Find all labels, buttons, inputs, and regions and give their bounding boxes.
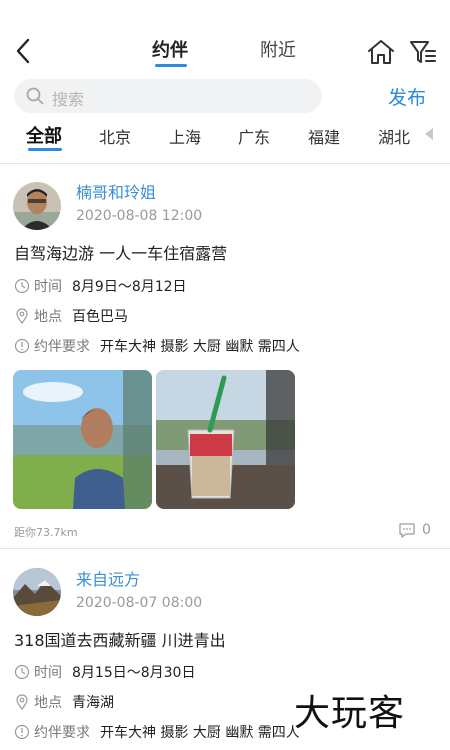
distance-label: 距你73.7km <box>14 526 78 539</box>
place-value: 青海湖 <box>72 695 114 711</box>
comment-icon[interactable] <box>398 522 416 538</box>
region-tab-fujian[interactable]: 福建 <box>308 124 340 148</box>
top-bar: 约伴 附近 <box>0 0 450 72</box>
region-tab-beijing[interactable]: 北京 <box>99 124 131 148</box>
region-tab-bar: 全部 北京 上海 广东 福建 湖北 <box>0 122 450 158</box>
avatar[interactable] <box>13 568 61 616</box>
time-label: 时间 <box>34 279 62 295</box>
place-label: 地点 <box>34 695 62 711</box>
time-value: 8月15日～8月30日 <box>72 665 196 681</box>
tab-partner[interactable]: 约伴 <box>152 36 188 62</box>
avatar[interactable] <box>13 182 61 230</box>
divider <box>0 163 450 164</box>
username[interactable]: 来自远方 <box>76 566 140 590</box>
watermark-logo: 大玩客 <box>294 693 406 734</box>
home-icon[interactable] <box>366 38 396 66</box>
clock-icon <box>14 278 30 294</box>
requirement-label: 约伴要求 <box>34 725 90 741</box>
location-pin-icon <box>16 694 28 710</box>
comment-count: 0 <box>422 522 431 538</box>
post-photo[interactable] <box>156 370 295 509</box>
time-label: 时间 <box>34 665 62 681</box>
tab-nearby[interactable]: 附近 <box>260 36 296 62</box>
search-icon <box>26 87 44 105</box>
region-tab-hubei[interactable]: 湖北 <box>378 124 410 148</box>
requirement-value: 开车大神 摄影 大厨 幽默 需四人 <box>100 339 300 355</box>
back-arrow-icon[interactable] <box>10 36 38 66</box>
divider <box>0 548 450 549</box>
active-tab-indicator <box>155 64 187 67</box>
place-label: 地点 <box>34 309 62 325</box>
post-title: 318国道去西藏新疆 川进青出 <box>14 631 226 650</box>
post-card[interactable]: 楠哥和玲姐 2020-08-08 12:00 自驾海边游 一人一车住宿露营 时间… <box>0 170 450 546</box>
publish-button[interactable]: 发布 <box>388 83 426 110</box>
info-icon <box>14 724 30 740</box>
place-value: 百色巴马 <box>72 309 128 325</box>
post-date: 2020-08-07 08:00 <box>76 595 203 611</box>
filter-icon[interactable] <box>408 38 438 66</box>
time-value: 8月9日～8月12日 <box>72 279 187 295</box>
search-placeholder: 搜索 <box>52 90 85 109</box>
search-input[interactable]: 搜索 <box>14 79 322 113</box>
location-pin-icon <box>16 308 28 324</box>
active-region-indicator <box>28 148 62 151</box>
clock-icon <box>14 664 30 680</box>
region-tab-guangdong[interactable]: 广东 <box>238 124 270 148</box>
post-title: 自驾海边游 一人一车住宿露营 <box>14 244 228 263</box>
username[interactable]: 楠哥和玲姐 <box>76 179 156 203</box>
requirement-value: 开车大神 摄影 大厨 幽默 需四人 <box>100 725 300 741</box>
region-tab-all[interactable]: 全部 <box>26 122 62 148</box>
post-date: 2020-08-08 12:00 <box>76 208 203 224</box>
info-icon <box>14 338 30 354</box>
requirement-label: 约伴要求 <box>34 339 90 355</box>
scroll-left-arrow-icon[interactable] <box>425 128 433 140</box>
region-tab-shanghai[interactable]: 上海 <box>169 124 201 148</box>
post-photo[interactable] <box>13 370 152 509</box>
